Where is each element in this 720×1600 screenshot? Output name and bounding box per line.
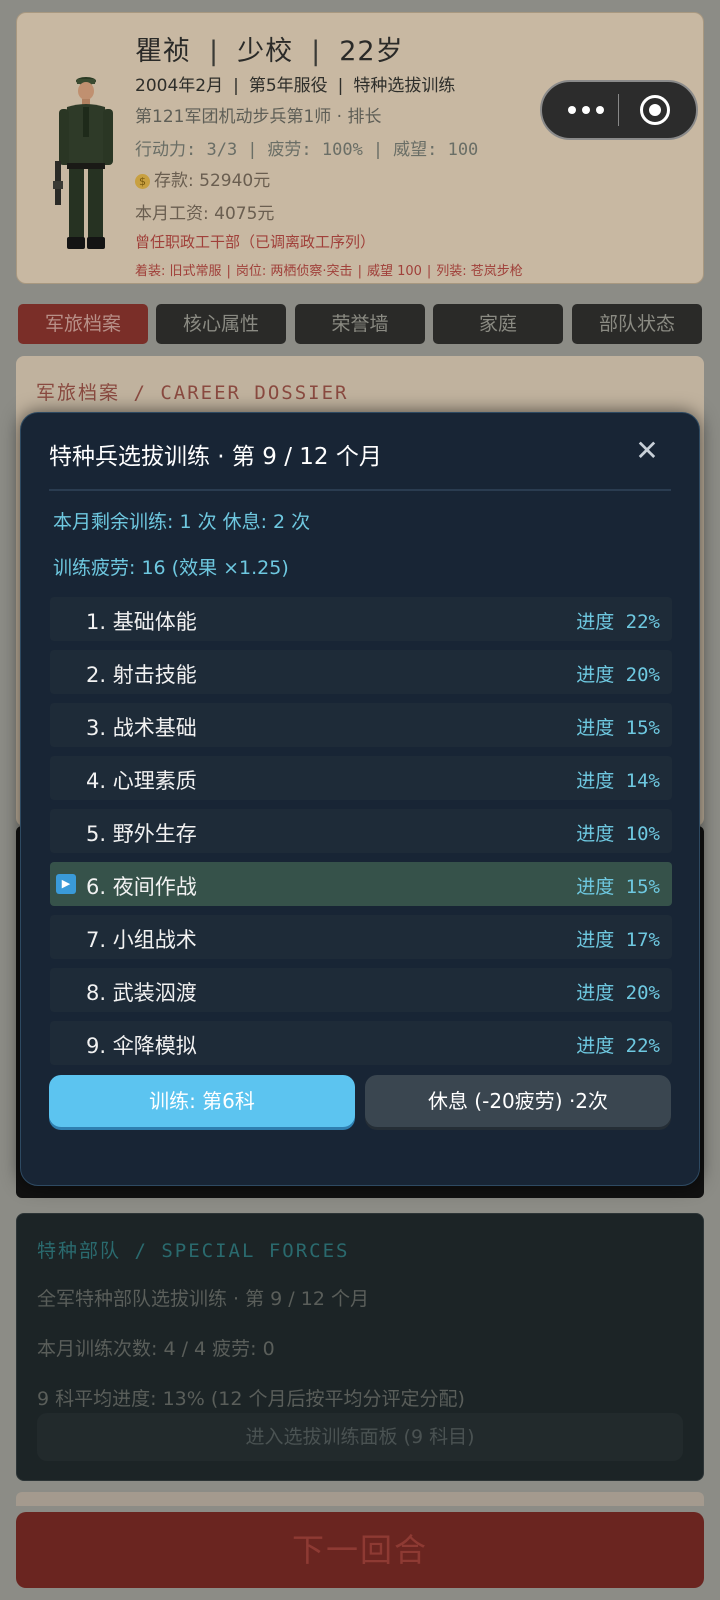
modal-title: 特种兵选拔训练 · 第 9 / 12 个月: [49, 444, 382, 470]
prestige-stat: 威望: 100: [393, 140, 479, 160]
tab-honor-wall[interactable]: 荣誉墙: [295, 304, 425, 344]
enter-training-panel-button[interactable]: 进入选拔训练面板 (9 科目): [37, 1413, 683, 1461]
fatigue-stat: 疲劳: 100%: [267, 140, 363, 160]
training-fatigue: 训练疲劳: 16 (效果 ×1.25): [53, 557, 289, 579]
subject-progress: 进度 15%: [576, 876, 660, 898]
current-activity: 特种选拔训练: [353, 76, 456, 96]
play-arrow-icon: ▶: [56, 874, 76, 894]
subject-row[interactable]: 1. 基础体能 进度 22%: [50, 597, 672, 641]
soldier-age: 22岁: [339, 36, 404, 67]
capsule-divider: [618, 94, 619, 126]
subject-label: 4. 心理素质: [86, 769, 197, 793]
attire: 着装: 旧式常服: [135, 264, 222, 279]
profile-card: 瞿祯 | 少校 | 22岁 2004年2月 | 第5年服役 | 特种选拔训练 第121军团机动步…: [16, 12, 704, 284]
training-modal: 特种兵选拔训练 · 第 9 / 12 个月 ✕ 本月剩余训练: 1 次 休息: …: [20, 412, 700, 1186]
subject-progress: 进度 22%: [576, 1035, 660, 1057]
subject-row[interactable]: ▶ 6. 夜间作战 进度 15%: [50, 862, 672, 906]
subject-progress: 进度 22%: [576, 611, 660, 633]
special-forces-panel: 特种部队 / SPECIAL FORCES 全军特种部队选拔训练 · 第 9 /…: [16, 1213, 704, 1481]
subject-progress: 进度 20%: [576, 664, 660, 686]
sf-average-progress: 9 科平均进度: 13% (12 个月后按平均分评定分配): [37, 1388, 465, 1410]
close-icon[interactable]: ✕: [627, 431, 667, 471]
subject-row[interactable]: 8. 武装泅渡 进度 20%: [50, 968, 672, 1012]
tab-unit-status[interactable]: 部队状态: [572, 304, 702, 344]
subject-label: 7. 小组战术: [86, 928, 197, 952]
subject-label: 1. 基础体能: [86, 610, 197, 634]
subject-label: 6. 夜间作战: [86, 875, 197, 899]
subject-label: 8. 武装泅渡: [86, 981, 197, 1005]
subject-row[interactable]: 2. 射击技能 进度 20%: [50, 650, 672, 694]
subject-label: 3. 战术基础: [86, 716, 197, 740]
subject-row[interactable]: 4. 心理素质 进度 14%: [50, 756, 672, 800]
subject-progress: 进度 20%: [576, 982, 660, 1004]
equipment-line: 着装: 旧式常服 | 岗位: 两栖侦察·突击 | 威望 100 | 列装: 苍岚步枪: [135, 264, 523, 279]
rest-button[interactable]: 休息 (-20疲劳) ·2次: [365, 1075, 671, 1127]
modal-divider: [49, 489, 671, 491]
former-role: 曾任职政工干部（已调离政工序列）: [135, 233, 376, 251]
savings-line: $ 存款: 52940元: [135, 166, 270, 191]
tab-bar: 军旅档案 核心属性 荣誉墙 家庭 部队状态: [18, 304, 702, 344]
subject-label: 5. 野外生存: [86, 822, 197, 846]
service-year: 第5年服役: [248, 76, 328, 96]
weapon: 列装: 苍岚步枪: [436, 264, 523, 279]
subject-row[interactable]: 9. 伞降模拟 进度 22%: [50, 1021, 672, 1065]
subject-label: 9. 伞降模拟: [86, 1034, 197, 1058]
subject-row[interactable]: 7. 小组战术 进度 17%: [50, 915, 672, 959]
soldier-name: 瞿祯: [135, 36, 191, 67]
more-icon[interactable]: [564, 99, 616, 121]
stats-line: 行动力: 3/3 | 疲劳: 100% | 威望: 100: [135, 140, 479, 160]
soldier-rank: 少校: [237, 36, 294, 67]
dossier-title: 军旅档案 / CAREER DOSSIER: [36, 382, 349, 404]
sf-training-count: 本月训练次数: 4 / 4 疲劳: 0: [37, 1338, 275, 1360]
tab-career-dossier[interactable]: 军旅档案: [18, 304, 148, 344]
miniprogram-capsule: [540, 80, 698, 140]
panel-strip: [16, 1492, 704, 1506]
sf-training-month: 全军特种部队选拔训练 · 第 9 / 12 个月: [37, 1288, 369, 1310]
post: 岗位: 两栖侦察·突击: [235, 264, 353, 279]
subject-progress: 进度 14%: [576, 770, 660, 792]
subject-progress: 进度 15%: [576, 717, 660, 739]
special-forces-title: 特种部队 / SPECIAL FORCES: [37, 1240, 350, 1262]
train-button[interactable]: 训练: 第6科: [49, 1075, 355, 1127]
subject-row[interactable]: 3. 战术基础 进度 15%: [50, 703, 672, 747]
action-points: 行动力: 3/3: [135, 140, 238, 160]
subject-progress: 进度 10%: [576, 823, 660, 845]
subject-progress: 进度 17%: [576, 929, 660, 951]
coin-icon: $: [135, 174, 150, 189]
next-turn-button[interactable]: 下一回合: [16, 1512, 704, 1588]
subject-label: 2. 射击技能: [86, 663, 197, 687]
tab-family[interactable]: 家庭: [433, 304, 563, 344]
salary-line: 本月工资: 4075元: [135, 204, 275, 224]
soldier-portrait-icon: [53, 77, 113, 249]
attire-prestige: 威望 100: [366, 264, 422, 279]
subject-row[interactable]: 5. 野外生存 进度 10%: [50, 809, 672, 853]
target-icon[interactable]: [640, 95, 670, 125]
tab-core-attributes[interactable]: 核心属性: [156, 304, 286, 344]
unit-info: 第121军团机动步兵第1师 · 排长: [135, 107, 382, 127]
enlist-date: 2004年2月: [135, 76, 224, 96]
service-info: 2004年2月 | 第5年服役 | 特种选拔训练: [135, 76, 456, 96]
remaining-sessions: 本月剩余训练: 1 次 休息: 2 次: [53, 511, 311, 533]
name-rank-age: 瞿祯 | 少校 | 22岁: [135, 36, 404, 67]
savings-value: 存款: 52940元: [154, 171, 271, 191]
